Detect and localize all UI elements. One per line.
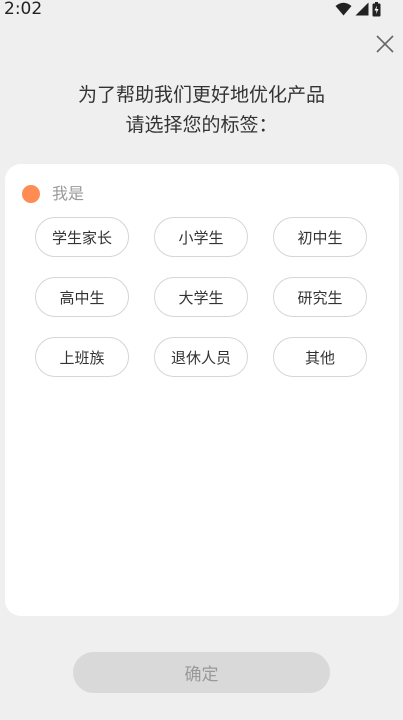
section-label: 我是 [52,184,85,203]
section-header: 我是 [22,184,84,204]
close-icon [372,32,398,58]
tag-selection-card: 我是 学生家长 小学生 初中生 高中生 大学生 研究生 上班族 退休人员 其他 [5,164,399,616]
tag-option[interactable]: 退休人员 [154,337,248,377]
confirm-button[interactable]: 确定 [73,652,330,693]
headline-line-1: 为了帮助我们更好地优化产品 [77,84,325,106]
tag-option[interactable]: 大学生 [154,277,248,317]
status-icons [335,1,381,17]
battery-icon [372,1,381,17]
headline: 为了帮助我们更好地优化产品 请选择您的标签： [0,80,403,140]
tag-option[interactable]: 高中生 [35,277,129,317]
tag-grid: 学生家长 小学生 初中生 高中生 大学生 研究生 上班族 退休人员 其他 [35,217,370,377]
section-dot-icon [22,185,40,203]
tag-option[interactable]: 上班族 [35,337,129,377]
tag-option[interactable]: 初中生 [273,217,367,257]
wifi-icon [335,2,352,16]
headline-line-2: 请选择您的标签： [125,114,278,136]
tag-option[interactable]: 其他 [273,337,367,377]
status-time: 2:02 [4,0,43,19]
tag-option[interactable]: 学生家长 [35,217,129,257]
tag-option[interactable]: 研究生 [273,277,367,317]
status-bar: 2:02 [0,0,403,20]
tag-option[interactable]: 小学生 [154,217,248,257]
cellular-signal-icon [355,2,369,16]
close-button[interactable] [372,32,398,58]
